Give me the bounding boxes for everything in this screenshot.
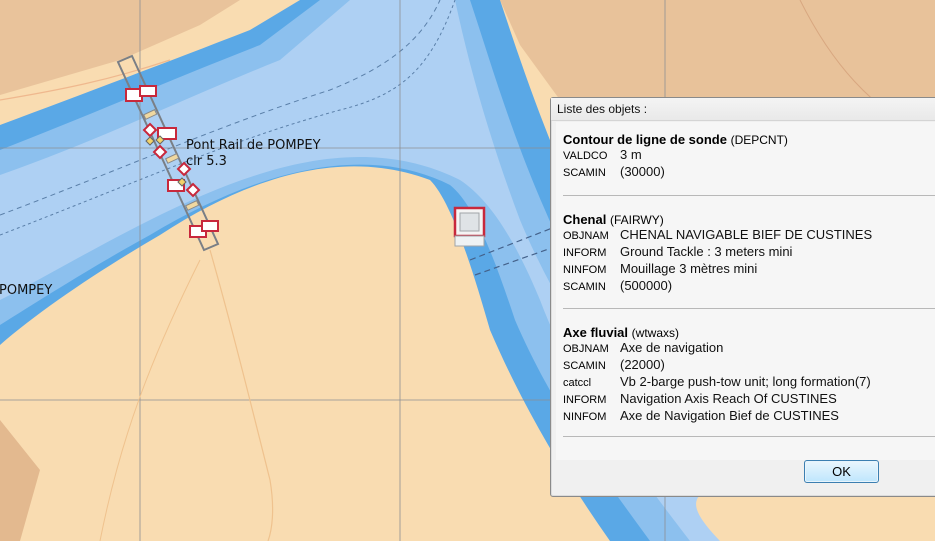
attribute-key: catccl — [563, 377, 592, 389]
dialog-content: Contour de ligne de sonde (DEPCNT) VALDC… — [556, 122, 935, 460]
dialog-title: Liste des objets : — [551, 98, 935, 121]
attribute-row: INFORM Navigation Axis Reach Of CUSTINES — [563, 391, 933, 408]
section-code: (DEPCNT) — [730, 133, 788, 147]
attribute-value: Vb 2-barge push-tow unit; long formation… — [620, 374, 871, 389]
attribute-row: NINFOM Mouillage 3 mètres mini — [563, 261, 933, 278]
ok-button[interactable]: OK — [804, 460, 879, 483]
bridge-name-label: Pont Rail de POMPEY — [186, 138, 321, 153]
section-title: Axe fluvial — [563, 325, 629, 340]
attribute-key: INFORM — [563, 394, 607, 406]
attribute-key: SCAMIN — [563, 360, 606, 372]
section-header: Chenal (FAIRWY) — [563, 212, 933, 227]
section-title: Contour de ligne de sonde — [563, 132, 727, 147]
attribute-value: 3 m — [620, 147, 642, 162]
attribute-value: Mouillage 3 mètres mini — [620, 261, 758, 276]
attribute-key: INFORM — [563, 247, 607, 259]
mooring-plate-icon — [454, 235, 485, 247]
section-code: (wtwaxs) — [631, 326, 679, 340]
attribute-key: OBJNAM — [563, 343, 609, 355]
attribute-key: OBJNAM — [563, 230, 609, 242]
section-waterway-axis: Axe fluvial (wtwaxs) OBJNAM Axe de naviga… — [563, 325, 933, 425]
attribute-value: Ground Tackle : 3 meters mini — [620, 244, 793, 259]
attribute-row: SCAMIN (30000) — [563, 164, 933, 181]
attribute-row: OBJNAM CHENAL NAVIGABLE BIEF DE CUSTINES — [563, 227, 933, 244]
land-shaded-top-right — [500, 0, 935, 100]
mooring-inner-icon — [459, 212, 480, 232]
attribute-row: NINFOM Axe de Navigation Bief de CUSTINES — [563, 408, 933, 425]
attribute-value: (22000) — [620, 357, 665, 372]
beacon-icon[interactable] — [201, 220, 219, 232]
land-bank-right — [696, 495, 935, 541]
section-fairway: Chenal (FAIRWY) OBJNAM CHENAL NAVIGABLE B… — [563, 212, 933, 295]
attribute-value: Navigation Axis Reach Of CUSTINES — [620, 391, 837, 406]
attribute-key: SCAMIN — [563, 281, 606, 293]
mooring-symbol[interactable] — [453, 206, 486, 247]
attribute-value: CHENAL NAVIGABLE BIEF DE CUSTINES — [620, 227, 873, 242]
beacon-icon[interactable] — [139, 85, 157, 97]
section-depth-contour: Contour de ligne de sonde (DEPCNT) VALDC… — [563, 132, 933, 181]
object-list-dialog[interactable]: Liste des objets : Contour de ligne de s… — [550, 97, 935, 497]
attribute-key: SCAMIN — [563, 167, 606, 179]
attribute-key: NINFOM — [563, 264, 607, 276]
section-separator — [563, 436, 935, 437]
attribute-row: SCAMIN (22000) — [563, 357, 933, 374]
attribute-value: Axe de navigation — [620, 340, 724, 355]
attribute-value: Axe de Navigation Bief de CUSTINES — [620, 408, 839, 423]
section-header: Contour de ligne de sonde (DEPCNT) — [563, 132, 933, 147]
attribute-key: NINFOM — [563, 411, 607, 423]
section-title: Chenal — [563, 212, 607, 227]
attribute-value: (30000) — [620, 164, 665, 179]
attribute-row: OBJNAM Axe de navigation — [563, 340, 933, 357]
section-code: (FAIRWY) — [609, 213, 664, 227]
attribute-row: SCAMIN (500000) — [563, 278, 933, 295]
attribute-row: catccl Vb 2-barge push-tow unit; long for… — [563, 374, 933, 391]
section-separator — [563, 308, 935, 309]
bridge-clearance-label: clr 5.3 — [186, 154, 227, 169]
section-separator — [563, 195, 935, 196]
place-label: POMPEY — [0, 283, 53, 298]
attribute-row: VALDCO 3 m — [563, 147, 933, 164]
section-header: Axe fluvial (wtwaxs) — [563, 325, 933, 340]
attribute-key: VALDCO — [563, 150, 608, 162]
attribute-value: (500000) — [620, 278, 673, 293]
attribute-row: INFORM Ground Tackle : 3 meters mini — [563, 244, 933, 261]
